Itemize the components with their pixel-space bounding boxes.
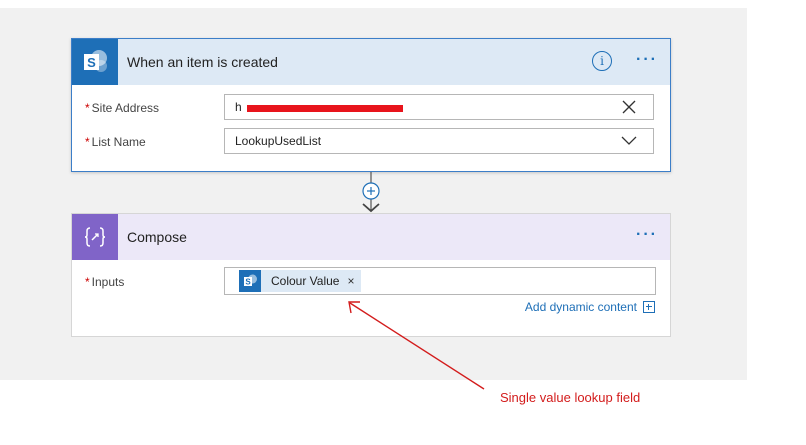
add-step-connector[interactable]: [360, 172, 382, 214]
site-address-label-text: Site Address: [91, 101, 160, 115]
required-marker: *: [85, 101, 90, 115]
list-name-dropdown[interactable]: LookupUsedList: [224, 128, 654, 154]
site-address-label: * Site Address: [85, 101, 159, 115]
compose-card-header[interactable]: Compose ···: [72, 214, 670, 260]
sharepoint-icon: S: [239, 270, 261, 292]
trigger-card[interactable]: S When an item is created i ··· * Site Ad…: [71, 38, 671, 172]
trigger-more-options-button[interactable]: ···: [636, 51, 658, 69]
site-address-input[interactable]: h: [224, 94, 654, 120]
inputs-label-text: Inputs: [91, 275, 125, 289]
remove-token-button[interactable]: ×: [347, 274, 354, 288]
list-name-label: * List Name: [85, 135, 146, 149]
close-icon[interactable]: [621, 98, 637, 116]
svg-text:S: S: [245, 278, 251, 287]
required-marker: *: [85, 135, 90, 149]
compose-title: Compose: [127, 229, 187, 245]
chevron-down-icon[interactable]: [621, 134, 637, 148]
token-label: Colour Value: [271, 274, 340, 288]
compose-braces-icon: [72, 214, 118, 260]
dynamic-content-token[interactable]: S Colour Value ×: [239, 270, 361, 292]
list-name-label-text: List Name: [91, 135, 146, 149]
required-marker: *: [85, 275, 90, 289]
inputs-label: * Inputs: [85, 275, 124, 289]
info-icon[interactable]: i: [592, 51, 612, 71]
add-dynamic-content-label: Add dynamic content: [524, 300, 637, 314]
trigger-card-header[interactable]: S When an item is created i ···: [72, 39, 670, 85]
inputs-field[interactable]: S Colour Value ×: [224, 267, 656, 295]
trigger-title: When an item is created: [127, 54, 278, 70]
site-address-value: h: [235, 100, 242, 114]
sharepoint-icon: S: [72, 39, 118, 85]
compose-card[interactable]: Compose ··· * Inputs S Colour Value × Add…: [71, 213, 671, 337]
list-name-value: LookupUsedList: [235, 134, 322, 148]
redaction-mark: [247, 105, 403, 112]
add-dynamic-content-link[interactable]: Add dynamic content: [525, 300, 655, 314]
compose-more-options-button[interactable]: ···: [636, 226, 658, 244]
annotation-note: Single value lookup field: [500, 390, 641, 405]
plus-box-icon: [643, 301, 655, 313]
svg-text:S: S: [87, 55, 96, 70]
